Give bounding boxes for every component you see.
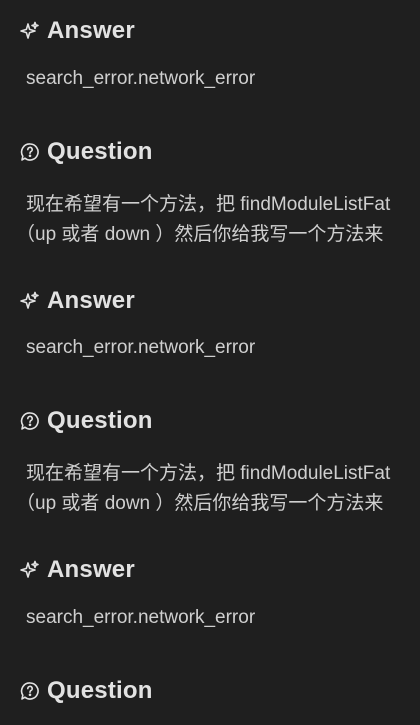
- question-line-1: 现在希望有一个方法，把 findModuleListFat: [26, 194, 391, 215]
- answer-heading: Answer: [0, 16, 420, 46]
- answer-text: search_error.network_error: [26, 607, 256, 628]
- sparkle-icon: [20, 560, 40, 580]
- answer-section: Answer: [0, 286, 420, 316]
- answer-heading: Answer: [0, 286, 420, 316]
- sparkle-icon: [20, 291, 40, 311]
- question-title: Question: [47, 138, 153, 165]
- question-heading: Question: [0, 676, 420, 706]
- answer-text: search_error.network_error: [26, 337, 256, 358]
- question-title: Question: [47, 677, 153, 704]
- question-title: Question: [47, 407, 153, 434]
- question-section: Question: [0, 137, 420, 167]
- question-text: 现在希望有一个方法，把 findModuleListFat （up 或者 dow…: [16, 459, 391, 519]
- answer-text: search_error.network_error: [26, 68, 256, 89]
- question-line-2: （up 或者 down ）然后你给我写一个方法来: [16, 224, 384, 245]
- question-section: Question: [0, 406, 420, 436]
- chat-question-icon: [20, 681, 40, 701]
- question-heading: Question: [0, 137, 420, 167]
- question-text: 现在希望有一个方法，把 findModuleListFat （up 或者 dow…: [16, 190, 391, 250]
- question-line-1: 现在希望有一个方法，把 findModuleListFat: [26, 463, 391, 484]
- answer-heading: Answer: [0, 555, 420, 585]
- answer-section: Answer: [0, 555, 420, 585]
- answer-title: Answer: [47, 17, 135, 44]
- chat-question-icon: [20, 411, 40, 431]
- chat-question-icon: [20, 142, 40, 162]
- question-heading: Question: [0, 406, 420, 436]
- sparkle-icon: [20, 21, 40, 41]
- answer-section: Answer: [0, 16, 420, 46]
- question-section: Question: [0, 676, 420, 706]
- answer-title: Answer: [47, 287, 135, 314]
- answer-title: Answer: [47, 556, 135, 583]
- question-line-2: （up 或者 down ）然后你给我写一个方法来: [16, 493, 384, 514]
